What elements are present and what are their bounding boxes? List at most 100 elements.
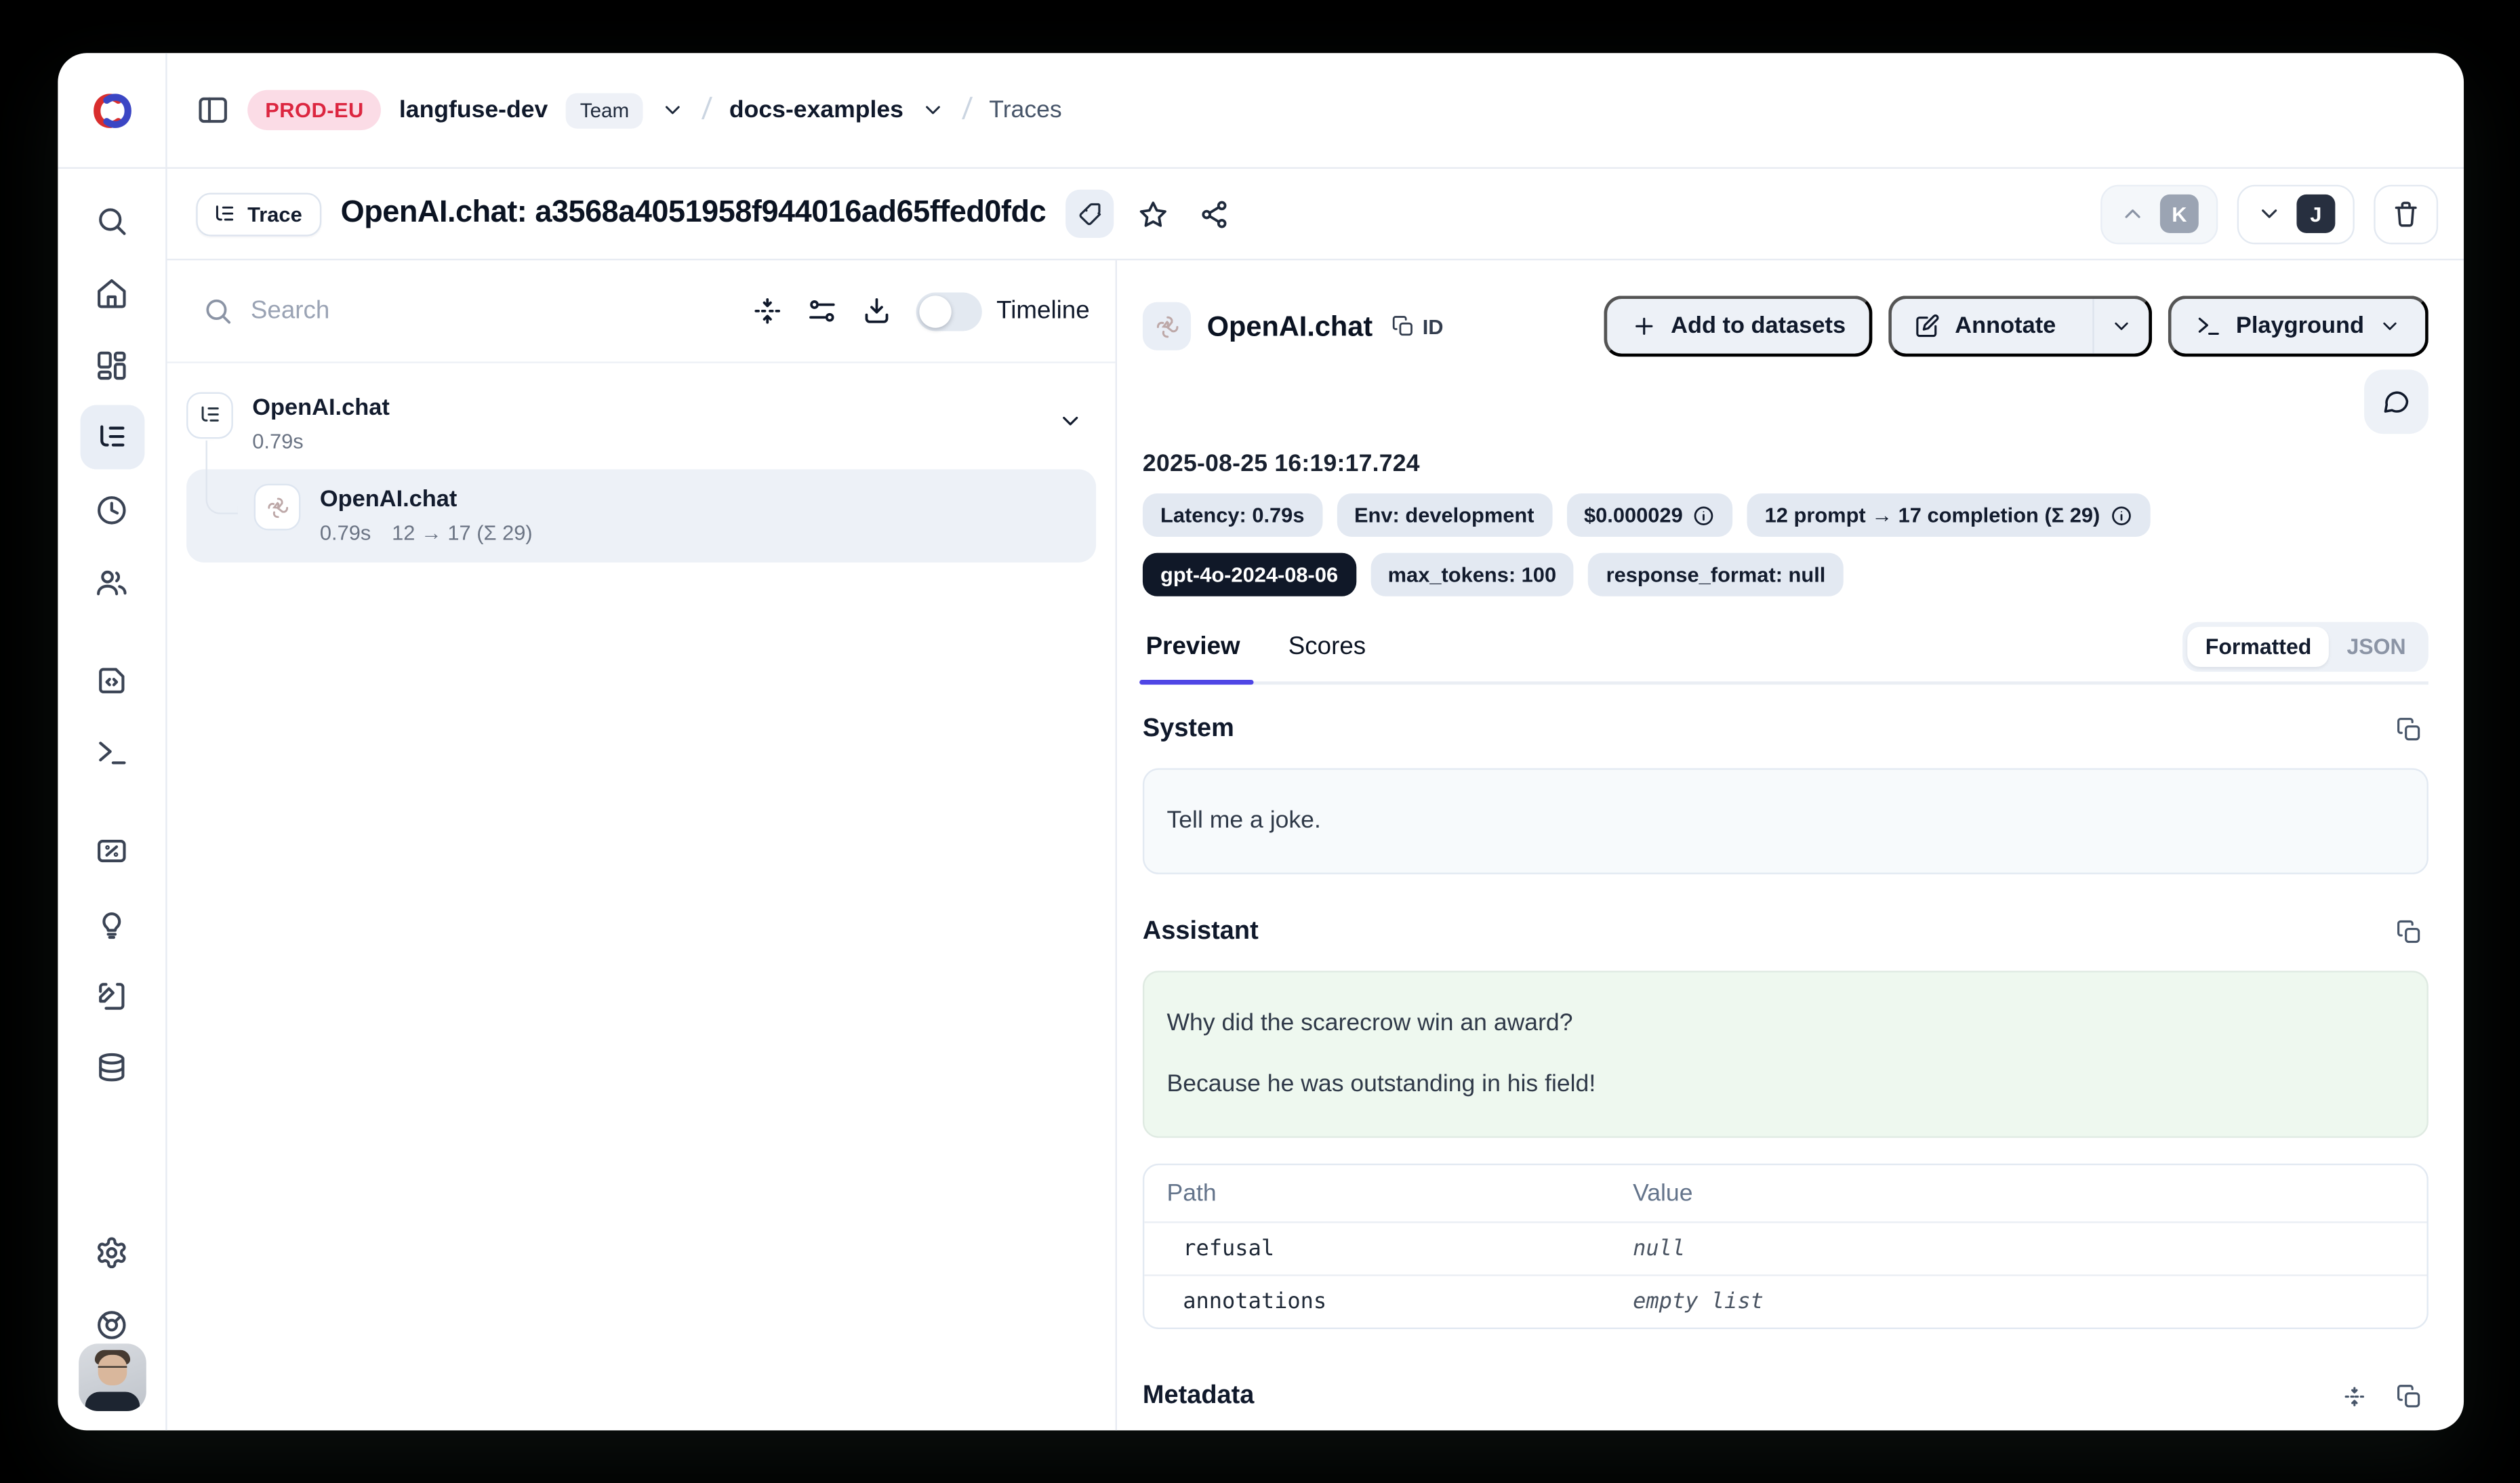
- search-icon: [203, 296, 233, 326]
- column-path: Path: [1166, 1179, 1633, 1206]
- expand-metadata-button[interactable]: [2335, 1377, 2374, 1416]
- app-window: PROD-EU langfuse-dev Team / docs-example…: [58, 53, 2464, 1430]
- table-header-row: Path Value: [1144, 1165, 2426, 1221]
- tab-scores[interactable]: Scores: [1285, 627, 1369, 682]
- copy-icon: [1392, 315, 1415, 338]
- users-icon[interactable]: [79, 550, 144, 614]
- sidebar-rail: [58, 169, 167, 1430]
- plus-icon: [1631, 313, 1657, 339]
- terminal-icon: [2196, 313, 2222, 339]
- annotation-clipboard-icon[interactable]: [79, 962, 144, 1027]
- user-avatar[interactable]: [78, 1343, 146, 1411]
- evaluation-percent-icon[interactable]: [79, 818, 144, 882]
- assistant-message-line: Why did the scarecrow win an award?: [1166, 1006, 2404, 1041]
- row-value: empty list: [1633, 1289, 1764, 1315]
- token-usage-badge[interactable]: 12 prompt → 17 completion (Σ 29): [1747, 493, 2150, 537]
- desktop-background: PROD-EU langfuse-dev Team / docs-example…: [0, 0, 2520, 1483]
- observation-detail-panel: OpenAI.chat ID Add to datasets: [1117, 260, 2464, 1430]
- view-options-sliders-icon[interactable]: [794, 284, 849, 339]
- table-row: refusal null: [1144, 1221, 2426, 1274]
- tree-child-row-selected[interactable]: OpenAI.chat 0.79s 12 → 17 (Σ 29): [186, 469, 1096, 563]
- badge-row-1: Latency: 0.79s Env: development $0.00002…: [1143, 493, 2428, 537]
- tag-button[interactable]: [1065, 190, 1114, 238]
- annotate-pencil-icon: [1915, 313, 1940, 339]
- copy-icon: [2396, 1384, 2422, 1410]
- project-chevron-down-icon[interactable]: [921, 98, 946, 123]
- next-trace-button[interactable]: J: [2237, 184, 2355, 244]
- langfuse-logo-icon: [87, 91, 136, 129]
- observation-tree: OpenAI.chat 0.79s: [167, 363, 1116, 563]
- breadcrumb-section[interactable]: Traces: [989, 96, 1061, 123]
- download-icon[interactable]: [849, 284, 903, 339]
- settings-gear-icon[interactable]: [79, 1220, 144, 1284]
- detail-header: OpenAI.chat ID Add to datasets: [1143, 296, 2428, 357]
- copy-system-button[interactable]: [2390, 710, 2428, 749]
- output-details-table: Path Value refusal null annotations empt…: [1143, 1164, 2428, 1329]
- collapse-chevron-down-icon[interactable]: [1057, 408, 1083, 434]
- annotate-button[interactable]: Annotate: [1889, 296, 2153, 357]
- active-tab-indicator: [1139, 679, 1253, 685]
- max-tokens-badge: max_tokens: 100: [1370, 553, 1574, 596]
- breadcrumb-org[interactable]: langfuse-dev: [399, 96, 548, 123]
- copy-assistant-button[interactable]: [2390, 913, 2428, 952]
- latency-badge: Latency: 0.79s: [1143, 493, 1322, 537]
- tree-icon: [212, 202, 237, 226]
- add-to-datasets-button[interactable]: Add to datasets: [1604, 296, 1873, 357]
- breadcrumb-project[interactable]: docs-examples: [729, 96, 903, 123]
- datasets-database-icon[interactable]: [79, 1035, 144, 1099]
- tree-root-row[interactable]: OpenAI.chat 0.79s: [185, 389, 1096, 453]
- tree-search-row: Timeline: [167, 260, 1116, 363]
- observation-timestamp: 2025-08-25 16:19:17.724: [1143, 450, 2428, 477]
- observation-tree-panel: Timeline OpenAI.chat 0.79s: [167, 260, 1117, 1430]
- trace-node-icon: [186, 392, 233, 439]
- info-icon: [2110, 504, 2132, 526]
- column-value: Value: [1633, 1179, 1692, 1206]
- breadcrumb-separator: /: [702, 92, 714, 127]
- format-formatted[interactable]: Formatted: [2188, 627, 2330, 667]
- delete-trace-button[interactable]: [2374, 184, 2438, 244]
- tab-preview[interactable]: Preview: [1143, 627, 1243, 682]
- annotate-dropdown-chevron[interactable]: [2093, 299, 2149, 354]
- prompts-icon[interactable]: [79, 648, 144, 712]
- row-path: refusal: [1166, 1236, 1633, 1261]
- org-chevron-down-icon[interactable]: [662, 98, 686, 123]
- openai-observation-icon: [1143, 302, 1191, 350]
- trace-header: Trace OpenAI.chat: a3568a4051958f944016a…: [167, 169, 2464, 260]
- dashboard-icon[interactable]: [79, 333, 144, 397]
- breadcrumb: PROD-EU langfuse-dev Team / docs-example…: [167, 53, 2464, 167]
- comments-button[interactable]: [2364, 369, 2428, 434]
- home-icon[interactable]: [79, 260, 144, 325]
- search-icon[interactable]: [79, 188, 144, 252]
- timeline-toggle[interactable]: [916, 291, 982, 330]
- copy-metadata-button[interactable]: [2390, 1377, 2428, 1416]
- share-icon: [1200, 199, 1230, 229]
- format-toggle: Formatted JSON: [2183, 622, 2428, 672]
- prev-trace-button[interactable]: K: [2100, 184, 2218, 244]
- assistant-message-line: Because he was outstanding in his field!: [1166, 1067, 2404, 1102]
- tracing-icon[interactable]: [79, 405, 144, 470]
- search-input[interactable]: [251, 296, 739, 325]
- row-path: annotations: [1166, 1289, 1633, 1315]
- copy-icon: [2396, 919, 2422, 945]
- copy-id-button[interactable]: ID: [1392, 314, 1444, 339]
- star-button[interactable]: [1133, 193, 1175, 235]
- system-label: System: [1143, 715, 1234, 744]
- sidebar-toggle-icon[interactable]: [196, 94, 230, 127]
- playground-button[interactable]: Playground: [2168, 296, 2428, 357]
- sessions-clock-icon[interactable]: [79, 477, 144, 542]
- tag-icon: [1076, 201, 1102, 226]
- trace-title: OpenAI.chat: a3568a4051958f944016ad65ffe…: [341, 196, 1046, 231]
- lightbulb-icon[interactable]: [79, 891, 144, 955]
- format-json[interactable]: JSON: [2329, 627, 2423, 667]
- chevron-down-icon: [2256, 201, 2282, 226]
- generation-node-icon: [254, 484, 301, 531]
- share-button[interactable]: [1194, 193, 1236, 235]
- response-format-badge: response_format: null: [1589, 553, 1844, 596]
- playground-terminal-icon[interactable]: [79, 720, 144, 784]
- cost-badge[interactable]: $0.000029: [1566, 493, 1732, 537]
- fold-vertical-icon[interactable]: [739, 284, 794, 339]
- detail-tabs: Preview Scores Formatted JSON: [1143, 622, 2428, 685]
- child-node-name: OpenAI.chat: [320, 484, 533, 516]
- environment-badge[interactable]: PROD-EU: [247, 90, 382, 130]
- model-badge[interactable]: gpt-4o-2024-08-06: [1143, 553, 1356, 596]
